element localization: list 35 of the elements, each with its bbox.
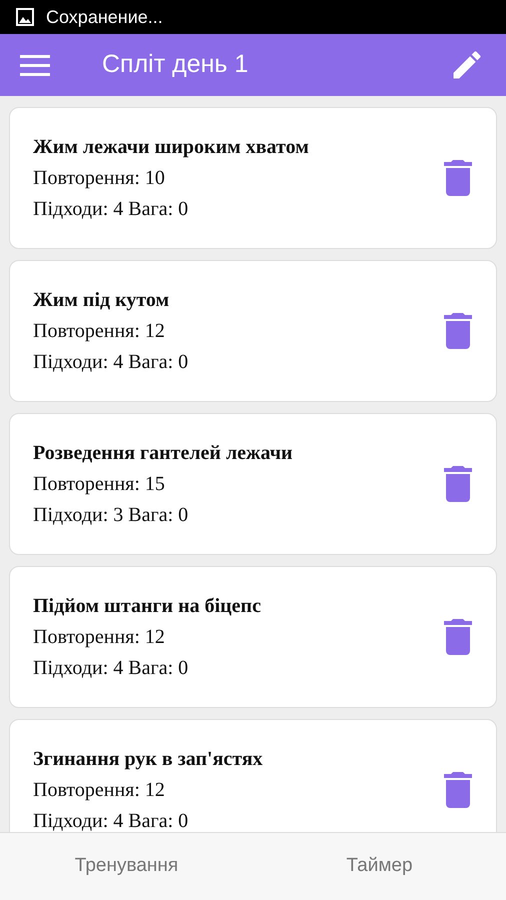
exercise-card[interactable]: Згинання рук в зап'ястях Повторення: 12 Підходи: 4 Вага: 0	[9, 719, 497, 832]
exercise-card[interactable]: Жим під кутом Повторення: 12 Підходи: 4 Вага: 0	[9, 260, 497, 402]
trash-icon	[443, 619, 473, 655]
delete-button[interactable]	[442, 312, 474, 350]
exercise-card[interactable]: Підйом штанги на біцепс Повторення: 12 Підходи: 4 Вага: 0	[9, 566, 497, 708]
screen-title: Спліт день 1	[102, 49, 250, 80]
sets-weight-text: Підходи: 3 Вага: 0	[33, 502, 190, 528]
sets-weight-text: Підходи: 4 Вага: 0	[33, 350, 190, 374]
status-text: Сохранение...	[46, 6, 163, 29]
reps-text: Повторення: 10	[33, 166, 166, 190]
trash-icon	[443, 313, 473, 349]
exercise-card[interactable]: Розведення гантелей лежачи Повторення: 15 Підходи: 3 Вага: 0	[9, 413, 497, 555]
exercise-name: Згинання рук в зап'ястях	[33, 746, 264, 772]
sets-weight-text: Підходи: 4 Вага: 0	[33, 196, 190, 222]
reps-text: Повторення: 12	[33, 778, 166, 802]
exercise-card[interactable]: Жим лежачи широким хватом Повторення: 10 Підходи: 4 Вага: 0	[9, 107, 497, 249]
trash-icon	[443, 466, 473, 502]
trash-icon	[443, 160, 473, 196]
delete-button[interactable]	[442, 465, 474, 503]
sets-weight-text: Підходи: 4 Вага: 0	[33, 656, 190, 680]
nav-tab[interactable]: Тренування	[0, 833, 253, 900]
exercise-name: Жим під кутом	[33, 288, 170, 312]
exercise-name: Підйом штанги на біцепс	[33, 594, 262, 618]
reps-text: Повторення: 15	[33, 472, 166, 496]
reps-text: Повторення: 12	[33, 624, 166, 650]
sets-weight-text: Підходи: 4 Вага: 0	[33, 808, 190, 832]
exercise-name: Жим лежачи широким хватом	[33, 134, 310, 160]
image-icon	[16, 8, 34, 26]
delete-button[interactable]	[442, 618, 474, 656]
reps-text: Повторення: 12	[33, 318, 166, 344]
nav-tab[interactable]: Таймер	[253, 833, 506, 900]
trash-icon	[443, 772, 473, 808]
delete-button[interactable]	[442, 771, 474, 809]
exercise-name: Розведення гантелей лежачи	[33, 440, 294, 466]
delete-button[interactable]	[442, 159, 474, 197]
